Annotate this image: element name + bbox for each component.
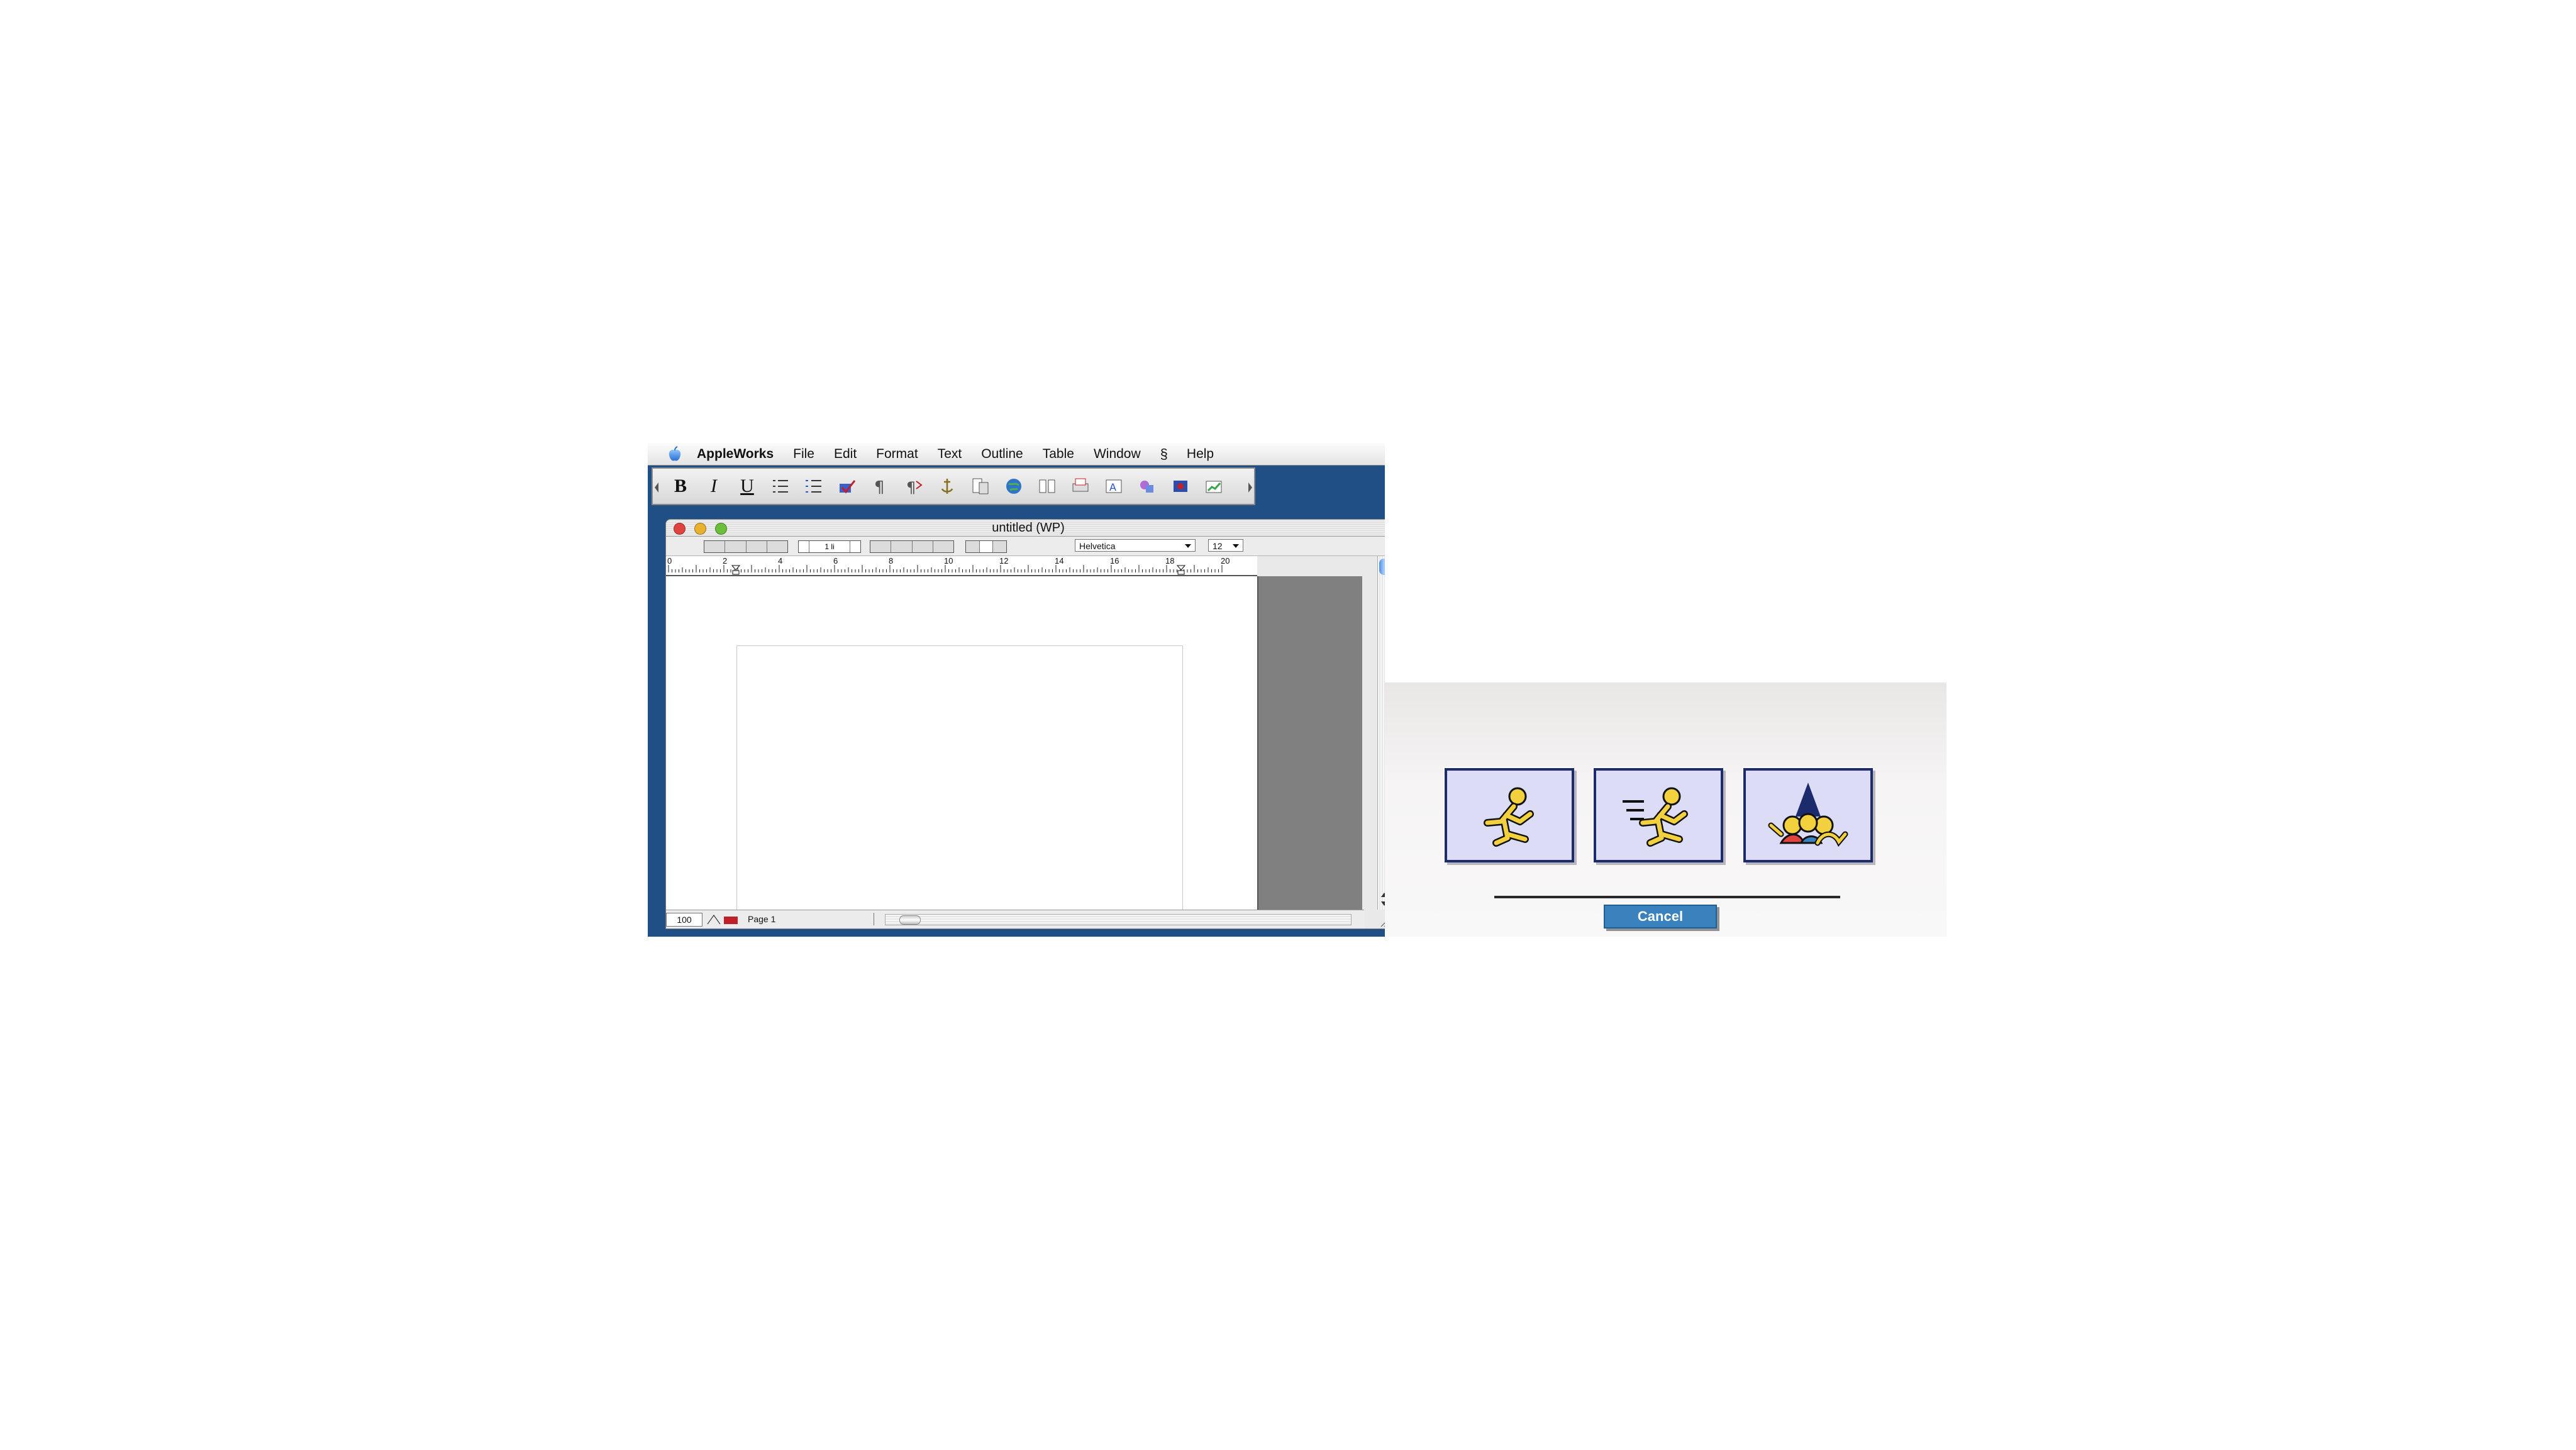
draw-frame-button[interactable] — [1133, 472, 1161, 500]
document-canvas[interactable] — [666, 576, 1257, 917]
line-spacing-control[interactable]: 1 li — [798, 540, 861, 553]
script-menu-icon[interactable]: § — [1160, 446, 1168, 462]
ruler-label: 6 — [833, 556, 838, 566]
svg-text:A: A — [1109, 481, 1116, 493]
database-icon — [1174, 481, 1187, 492]
italic-button[interactable]: I — [700, 472, 728, 500]
url-link-button[interactable] — [1000, 472, 1028, 500]
ruler-toolbar: 1 li Helvetica 12 — [666, 537, 1385, 556]
close-window-button[interactable] — [674, 523, 686, 535]
aim-sign-on-button[interactable] — [1445, 768, 1574, 862]
bullets-button[interactable] — [767, 472, 794, 500]
bullet-list-icon — [773, 480, 788, 493]
insert-anchor-button[interactable] — [933, 472, 961, 500]
columns-button[interactable] — [1033, 472, 1061, 500]
alignment-buttons[interactable] — [704, 540, 788, 553]
menu-outline[interactable]: Outline — [981, 447, 1023, 462]
globe-icon — [1006, 479, 1021, 494]
print-button[interactable] — [1067, 472, 1094, 500]
page-text-area[interactable] — [736, 645, 1183, 917]
text-frame-icon: A — [1106, 479, 1122, 493]
apple-menu-icon[interactable] — [667, 446, 683, 462]
bold-button[interactable]: B — [667, 472, 694, 500]
shapes-icon — [1140, 481, 1153, 493]
svg-text:¶: ¶ — [874, 478, 885, 497]
menu-table[interactable]: Table — [1043, 447, 1074, 462]
vertical-scroll-thumb[interactable] — [1379, 559, 1385, 575]
menu-format[interactable]: Format — [876, 447, 918, 462]
aim-buddy-group-button[interactable] — [1743, 768, 1873, 862]
resize-grip-icon[interactable] — [1379, 917, 1385, 927]
ruler-label: 20 — [1221, 556, 1230, 566]
printer-icon — [1072, 478, 1089, 492]
menu-file[interactable]: File — [793, 447, 814, 462]
menu-text[interactable]: Text — [938, 447, 962, 462]
aim-quick-sign-on-button[interactable] — [1594, 768, 1723, 862]
ruler-label: 12 — [999, 556, 1009, 566]
pasteboard-area — [1257, 576, 1362, 910]
tab-stop-buttons[interactable] — [870, 540, 954, 553]
numbered-list-icon — [806, 480, 821, 493]
font-name-select[interactable]: Helvetica — [1075, 539, 1196, 552]
zoom-window-button[interactable] — [715, 523, 727, 535]
right-indent-marker-icon[interactable] — [1177, 565, 1185, 575]
horizontal-scrollbar[interactable] — [885, 914, 1352, 925]
mac-desktop: AppleWorks File Edit Format Text Outline… — [648, 443, 1385, 937]
window-titlebar[interactable]: untitled (WP) — [666, 520, 1385, 537]
numbered-list-button[interactable] — [800, 472, 828, 500]
menu-window[interactable]: Window — [1094, 447, 1141, 462]
ruler-label: 14 — [1055, 556, 1064, 566]
running-man-icon — [1484, 787, 1534, 847]
ruler-label: 0 — [667, 556, 672, 566]
pilcrow-icon: ¶ — [874, 478, 885, 497]
bar-scroll-left-icon[interactable] — [655, 482, 658, 493]
ruler-ticks — [668, 565, 1223, 572]
ruler-label: 18 — [1165, 556, 1175, 566]
spreadsheet-frame-button[interactable] — [1200, 472, 1228, 500]
status-bar: 100 Page 1 — [666, 910, 1364, 928]
cancel-button[interactable]: Cancel — [1604, 905, 1717, 929]
paragraph-arrow-icon: ¶ — [906, 479, 923, 496]
insert-link-button[interactable] — [967, 472, 994, 500]
spreadsheet-chart-icon — [1206, 481, 1222, 493]
ruler[interactable]: 0 2 4 6 8 10 12 14 16 18 20 — [666, 556, 1257, 576]
ruler-label: 8 — [889, 556, 894, 566]
spell-check-icon — [840, 480, 856, 494]
zoom-level[interactable]: 100 — [666, 913, 702, 927]
running-man-speed-icon — [1623, 787, 1688, 847]
columns-icon — [1039, 479, 1055, 493]
menu-bar: AppleWorks File Edit Format Text Outline… — [648, 443, 1385, 466]
zoom-controls-icon[interactable] — [705, 913, 743, 925]
document-window: untitled (WP) 1 li Helvetica 12 0 2 4 6 … — [665, 519, 1385, 929]
svg-text:¶: ¶ — [906, 479, 916, 496]
underline-button[interactable]: U — [733, 472, 761, 500]
bar-scroll-right-icon[interactable] — [1248, 482, 1252, 493]
menu-appleworks[interactable]: AppleWorks — [697, 447, 774, 462]
column-count-control[interactable] — [965, 540, 1007, 553]
font-size-select[interactable]: 12 — [1208, 539, 1243, 552]
ruler-label: 2 — [723, 556, 728, 566]
text-frame-button[interactable]: A — [1100, 472, 1128, 500]
dialog-divider — [1494, 896, 1840, 898]
vertical-scrollbar[interactable] — [1377, 556, 1385, 910]
aim-dialog: Cancel — [1385, 683, 1946, 937]
ruler-label: 10 — [944, 556, 953, 566]
document-link-icon — [972, 478, 989, 494]
ruler-label: 16 — [1110, 556, 1119, 566]
ruler-label: 4 — [778, 556, 783, 566]
spellcheck-button[interactable] — [833, 472, 861, 500]
minimize-window-button[interactable] — [694, 523, 706, 535]
database-button[interactable] — [1167, 472, 1194, 500]
page-indicator: Page 1 — [748, 913, 874, 925]
button-bar: B I U ¶ ¶ A — [652, 467, 1255, 505]
show-invisibles-button[interactable]: ¶ — [867, 472, 894, 500]
anchor-icon — [941, 479, 953, 494]
paragraph-style-button[interactable]: ¶ — [900, 472, 928, 500]
menu-help[interactable]: Help — [1187, 447, 1214, 462]
menu-edit[interactable]: Edit — [834, 447, 857, 462]
horizontal-scroll-thumb[interactable] — [899, 915, 921, 925]
left-indent-marker-icon[interactable] — [731, 565, 740, 575]
buddy-group-icon — [1768, 783, 1848, 847]
window-title: untitled (WP) — [992, 521, 1065, 535]
